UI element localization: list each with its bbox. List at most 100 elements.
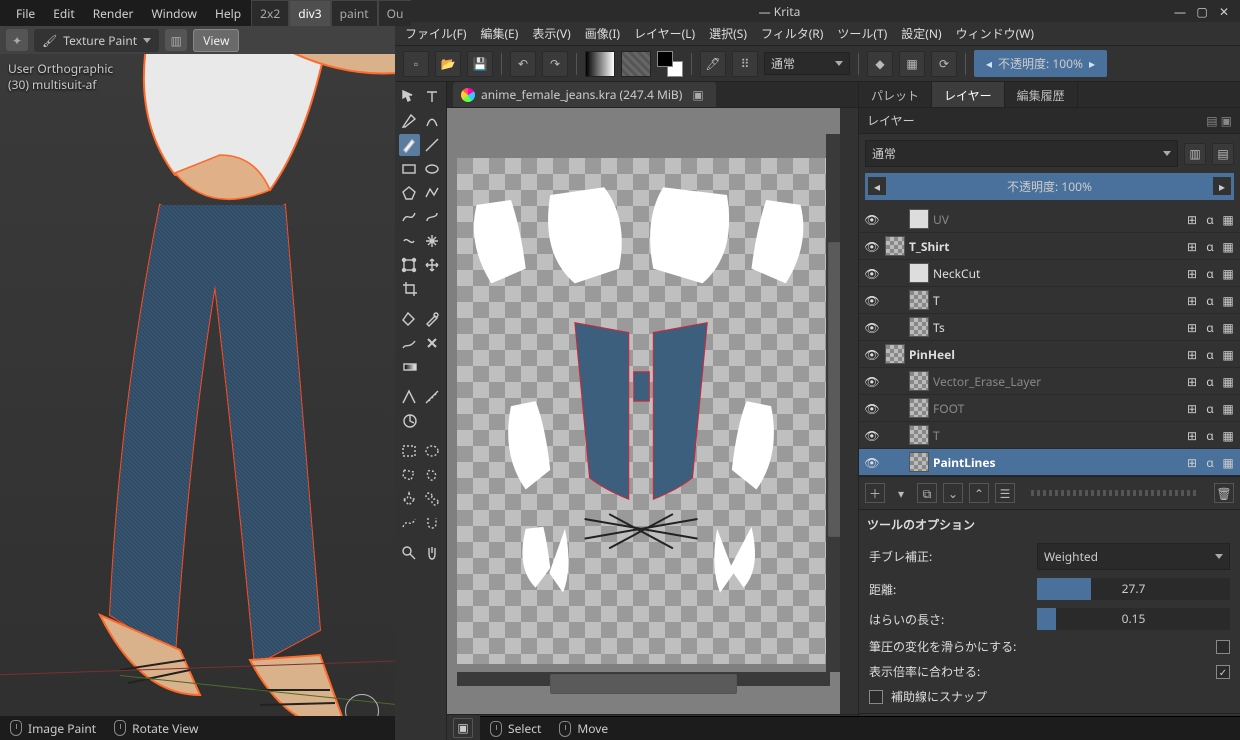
- color-picker-tool[interactable]: [422, 308, 443, 330]
- layer-opacity-slider[interactable]: ◂ 不透明度: 100% ▸: [865, 173, 1234, 200]
- mode-dropdown[interactable]: 🖌 Texture Paint: [34, 29, 159, 52]
- magnetic-select-tool[interactable]: [422, 512, 443, 534]
- pattern-tool[interactable]: [399, 332, 420, 354]
- kmenu-settings[interactable]: 設定(N): [895, 22, 947, 45]
- layer-row[interactable]: 👁T⊞α▦: [859, 422, 1240, 449]
- alpha-lock-toggle[interactable]: ▦: [899, 51, 925, 77]
- rectangle-tool[interactable]: [399, 158, 420, 180]
- gradient-swatch[interactable]: [585, 51, 615, 77]
- stabilizer-dropdown[interactable]: Weighted: [1037, 543, 1230, 570]
- blend-mode-dropdown[interactable]: 通常: [764, 52, 850, 75]
- menu-edit[interactable]: Edit: [45, 2, 82, 25]
- panel-menu-icon[interactable]: ▤ ▣: [1206, 112, 1232, 129]
- fg-bg-swatch[interactable]: [657, 51, 683, 77]
- resize-handle[interactable]: [1031, 490, 1198, 496]
- freehand-path-tool[interactable]: [422, 206, 443, 228]
- close-tab-button[interactable]: ▣: [688, 86, 707, 103]
- header-icon[interactable]: ▥: [165, 29, 187, 51]
- duplicate-layer-button[interactable]: ⧉: [917, 483, 937, 503]
- calligraphy-tool[interactable]: [422, 110, 443, 132]
- layer-list[interactable]: 👁UV⊞α▦👁T_Shirt⊞α▦👁NeckCut⊞α▦👁T⊞α▦👁Ts⊞α▦👁…: [859, 206, 1240, 476]
- document-tab[interactable]: anime_female_jeans.kra (247.4 MiB) ▣: [453, 82, 716, 107]
- menu-window[interactable]: Window: [143, 2, 205, 25]
- maximize-button[interactable]: ▢: [1196, 5, 1208, 17]
- filter-layers-button[interactable]: ▥: [1184, 143, 1206, 165]
- poly-select-tool[interactable]: [399, 464, 420, 486]
- canvas[interactable]: [447, 108, 840, 714]
- horizontal-scrollbar[interactable]: [457, 672, 830, 686]
- layer-row[interactable]: 👁PaintLines⊞α▦: [859, 449, 1240, 476]
- kmenu-select[interactable]: 選択(S): [703, 22, 753, 45]
- kmenu-image[interactable]: 画像(I): [579, 22, 626, 45]
- pattern-swatch[interactable]: [621, 51, 651, 77]
- opacity-dec-button[interactable]: ◂: [868, 177, 886, 195]
- reference-tool[interactable]: [399, 410, 421, 432]
- pan-tool[interactable]: [422, 542, 443, 564]
- new-file-button[interactable]: ▫: [403, 51, 429, 77]
- layer-row[interactable]: 👁FOOT⊞α▦: [859, 395, 1240, 422]
- transform-tool[interactable]: [399, 254, 420, 276]
- save-button[interactable]: 💾: [467, 51, 493, 77]
- kmenu-window[interactable]: ウィンドウ(W): [950, 22, 1040, 45]
- move-layer-tool[interactable]: [422, 254, 443, 276]
- move-tool[interactable]: [399, 86, 420, 108]
- scale-zoom-checkbox[interactable]: ✓: [1216, 665, 1230, 679]
- dynamic-brush-tool[interactable]: [399, 230, 420, 252]
- menu-file[interactable]: File: [8, 2, 43, 25]
- distance-slider[interactable]: 27.7: [1037, 578, 1230, 600]
- line-tool[interactable]: [422, 134, 443, 156]
- reload-preset[interactable]: ⟳: [931, 51, 957, 77]
- visibility-toggle[interactable]: 👁: [863, 210, 881, 228]
- assistant-tool[interactable]: [399, 386, 420, 408]
- menu-render[interactable]: Render: [85, 2, 142, 25]
- visibility-toggle[interactable]: 👁: [863, 426, 881, 444]
- tab-layers[interactable]: レイヤー: [932, 82, 1005, 107]
- visibility-toggle[interactable]: 👁: [863, 291, 881, 309]
- similar-select-tool[interactable]: [422, 488, 443, 510]
- open-file-button[interactable]: 📂: [435, 51, 461, 77]
- add-layer-button[interactable]: ＋: [865, 483, 885, 503]
- gradient-tool[interactable]: [399, 356, 421, 378]
- crop-tool[interactable]: [399, 278, 421, 300]
- kmenu-tool[interactable]: ツール(T): [831, 22, 893, 45]
- tab-paint[interactable]: paint: [331, 0, 378, 26]
- tab-history[interactable]: 編集履歴: [1005, 82, 1078, 107]
- rect-select-tool[interactable]: [399, 440, 420, 462]
- text-tool[interactable]: [422, 86, 443, 108]
- editor-type-icon[interactable]: ✦: [6, 29, 28, 51]
- smooth-pressure-checkbox[interactable]: [1216, 640, 1230, 654]
- minimize-button[interactable]: ―: [1174, 5, 1186, 17]
- snap-guides-checkbox[interactable]: [869, 690, 883, 704]
- eraser-toggle[interactable]: ◆: [867, 51, 893, 77]
- close-button[interactable]: ✕: [1218, 5, 1230, 17]
- layer-thumbnail-button[interactable]: ▤: [1212, 143, 1234, 165]
- layer-row[interactable]: 👁T⊞α▦: [859, 287, 1240, 314]
- stroke-end-slider[interactable]: 0.15: [1037, 608, 1230, 630]
- kmenu-view[interactable]: 表示(V): [526, 22, 576, 45]
- freehand-brush-tool[interactable]: [399, 134, 420, 156]
- redo-button[interactable]: ↷: [542, 51, 568, 77]
- undo-button[interactable]: ↶: [510, 51, 536, 77]
- visibility-toggle[interactable]: 👁: [863, 237, 881, 255]
- bezier-tool[interactable]: [399, 206, 420, 228]
- polyline-tool[interactable]: [422, 182, 443, 204]
- multibrush-tool[interactable]: [422, 230, 443, 252]
- ellipse-tool[interactable]: [422, 158, 443, 180]
- kmenu-filter[interactable]: フィルタ(R): [755, 22, 829, 45]
- contiguous-select-tool[interactable]: [399, 488, 420, 510]
- visibility-toggle[interactable]: 👁: [863, 264, 881, 282]
- visibility-toggle[interactable]: 👁: [863, 399, 881, 417]
- add-layer-dropdown[interactable]: ▾: [891, 483, 911, 503]
- tab-2x2[interactable]: 2x2: [251, 0, 289, 26]
- layer-row[interactable]: 👁Vector_Erase_Layer⊞α▦: [859, 368, 1240, 395]
- edit-shapes-tool[interactable]: [399, 110, 420, 132]
- zoom-tool[interactable]: [399, 542, 420, 564]
- visibility-toggle[interactable]: 👁: [863, 318, 881, 336]
- polygon-tool[interactable]: [399, 182, 420, 204]
- freehand-select-tool[interactable]: [422, 464, 443, 486]
- layer-row[interactable]: 👁PinHeel⊞α▦: [859, 341, 1240, 368]
- layer-row[interactable]: 👁Ts⊞α▦: [859, 314, 1240, 341]
- ellipse-select-tool[interactable]: [422, 440, 443, 462]
- layer-row[interactable]: 👁T_Shirt⊞α▦: [859, 233, 1240, 260]
- visibility-toggle[interactable]: 👁: [863, 453, 881, 471]
